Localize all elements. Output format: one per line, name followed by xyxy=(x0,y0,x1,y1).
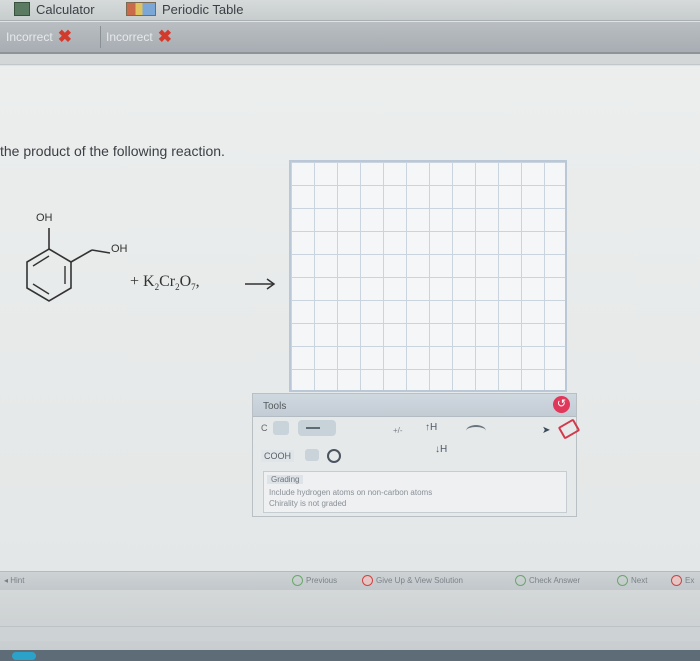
grading-line-2: Chirality is not graded xyxy=(269,499,347,508)
periodic-table-label: Periodic Table xyxy=(162,1,244,17)
reagent-o: O xyxy=(179,273,192,290)
cooh-group-tool[interactable]: COOH xyxy=(261,450,294,462)
charge-tool[interactable]: +/- xyxy=(393,426,403,435)
curved-arrow-icon[interactable] xyxy=(466,425,486,437)
previous-label: Previous xyxy=(306,576,338,585)
next-button[interactable]: Next xyxy=(617,575,647,586)
check-answer-button[interactable]: Check Answer xyxy=(515,575,580,586)
atom-select-button[interactable] xyxy=(273,421,289,435)
substituent-oh-1: OH xyxy=(36,212,53,224)
undo-icon[interactable]: ↺ xyxy=(553,396,570,413)
tools-header: Tools ↺ xyxy=(253,394,576,417)
single-bond-tool[interactable] xyxy=(298,420,336,436)
select-arrow-icon[interactable]: ➤ xyxy=(542,425,550,436)
feedback-label: Incorrect xyxy=(106,29,153,44)
incorrect-x-icon: ✖ xyxy=(57,27,72,46)
reactant-structure: OH OH xyxy=(26,212,128,302)
hint-button[interactable]: ◂ Hint xyxy=(4,576,24,585)
drawing-canvas[interactable] xyxy=(289,160,567,392)
eraser-icon[interactable] xyxy=(557,418,581,440)
feedback-item-1[interactable]: Incorrect ✖ xyxy=(6,28,72,45)
h-up-tool[interactable]: ↑H xyxy=(425,422,437,433)
feedback-item-2[interactable]: Incorrect ✖ xyxy=(106,28,172,45)
incorrect-x-icon: ✖ xyxy=(157,27,172,46)
ring-tool-icon[interactable] xyxy=(327,449,341,463)
check-answer-label: Check Answer xyxy=(529,576,581,585)
grading-title: Grading xyxy=(267,475,304,484)
calculator-button[interactable]: Calculator xyxy=(14,0,95,18)
reagent-formula: + K2Cr2O7, xyxy=(130,273,200,293)
taskbar-button[interactable] xyxy=(12,652,36,660)
substituent-oh-2: OH xyxy=(111,243,128,255)
grading-box: Grading Include hydrogen atoms on non-ca… xyxy=(263,471,567,513)
periodic-table-icon xyxy=(126,2,156,16)
exit-icon xyxy=(671,575,682,586)
grading-line-1: Include hydrogen atoms on non-carbon ato… xyxy=(269,488,433,497)
reagent-cr: Cr xyxy=(159,273,176,290)
give-up-button[interactable]: Give Up & View Solution xyxy=(362,575,463,586)
calculator-icon xyxy=(14,2,30,16)
taskbar xyxy=(0,650,700,661)
reagent-plus-k: + K xyxy=(130,273,155,290)
check-answer-icon xyxy=(515,575,526,586)
group-select-button[interactable] xyxy=(305,449,319,461)
h-down-tool[interactable]: ↓H xyxy=(435,444,447,455)
tools-title: Tools xyxy=(263,401,287,412)
side-chain-bond xyxy=(91,249,111,254)
next-icon xyxy=(617,575,628,586)
periodic-table-button[interactable]: Periodic Table xyxy=(126,0,243,18)
give-up-label: Give Up & View Solution xyxy=(376,576,464,585)
calculator-label: Calculator xyxy=(36,1,95,17)
previous-button[interactable]: Previous xyxy=(292,575,337,586)
carbon-atom-tool[interactable]: C xyxy=(261,423,268,433)
feedback-separator xyxy=(100,26,101,48)
feedback-label: Incorrect xyxy=(6,29,53,44)
previous-icon xyxy=(292,575,303,586)
exit-label: Ex xyxy=(685,576,695,585)
top-toolbar: Calculator Periodic Table xyxy=(0,0,700,21)
bottom-nav-bar: ◂ Hint Previous Give Up & View Solution … xyxy=(0,571,700,590)
give-up-icon xyxy=(362,575,373,586)
exit-button[interactable]: Ex xyxy=(671,575,694,586)
question-text: the product of the following reaction. xyxy=(0,143,225,159)
footer-strip xyxy=(0,626,700,641)
feedback-bar: Incorrect ✖ Incorrect ✖ xyxy=(0,22,700,54)
next-label: Next xyxy=(631,576,648,585)
reaction-arrow-icon xyxy=(245,278,276,290)
divider-strip xyxy=(0,54,700,65)
reagent-subscript: 7 xyxy=(191,282,196,293)
side-chain-bond xyxy=(70,249,93,263)
hint-label: Hint xyxy=(10,576,25,585)
tools-panel: Tools ↺ C +/- ↑H ↓H ➤ COOH Grading Inclu… xyxy=(252,393,581,517)
